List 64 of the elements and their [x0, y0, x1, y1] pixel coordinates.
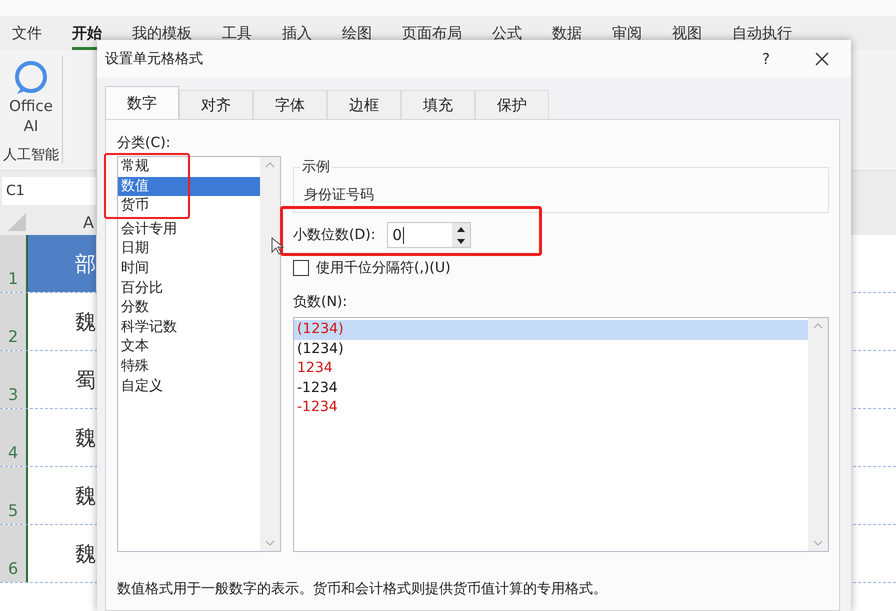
scrollbar[interactable] [808, 318, 828, 551]
spin-up-icon [456, 226, 466, 232]
office-ai-button[interactable]: Office AI [8, 60, 54, 136]
sample-label: 示例 [300, 158, 332, 176]
scroll-up-icon [813, 322, 823, 330]
row-header[interactable]: 6 [0, 525, 28, 582]
table-cell-text: 蜀 [74, 366, 96, 394]
list-item[interactable]: 科学记数 [118, 318, 180, 338]
list-item[interactable]: 会计专用 [118, 220, 180, 240]
table-cell-text: 魏 [74, 482, 96, 510]
column-header[interactable]: A [28, 211, 94, 235]
row-header[interactable]: 3 [0, 351, 28, 408]
close-icon [815, 52, 829, 66]
scroll-down-icon [265, 539, 275, 547]
row-header[interactable]: 1 [0, 235, 28, 292]
list-item[interactable]: 日期 [118, 239, 152, 259]
list-item[interactable]: 百分比 [118, 278, 166, 298]
help-button[interactable]: ? [751, 44, 781, 74]
table-cell-text: 魏 [74, 540, 96, 568]
decimal-places-label: 小数位数(D): [293, 226, 376, 244]
dialog-tab[interactable]: 保护 [475, 90, 549, 119]
list-item[interactable]: 自定义 [118, 376, 166, 396]
dialog-tab[interactable]: 填充 [401, 90, 475, 119]
list-item[interactable]: 文本 [118, 337, 152, 357]
list-item[interactable]: 分数 [118, 298, 152, 318]
list-item[interactable]: 1234 [294, 359, 336, 379]
checkbox-label: 使用千位分隔符(,)(U) [316, 259, 451, 277]
dialog-tab[interactable]: 对齐 [179, 90, 253, 119]
table-cell: 部 [28, 235, 96, 292]
dialog-tab[interactable]: 字体 [253, 90, 327, 119]
scroll-up-icon [265, 161, 275, 169]
description-text: 数值格式用于一般数字的表示。货币和会计格式则提供货币值计算的专用格式。 [117, 580, 608, 598]
row-header[interactable]: 2 [0, 293, 28, 350]
list-item[interactable]: 常规 [118, 157, 152, 177]
row-header[interactable]: 5 [0, 467, 28, 524]
decimal-places-spinner[interactable]: 0 [387, 222, 472, 248]
table-cell-text: 魏 [74, 308, 96, 336]
category-list[interactable]: 常规 数值 货币 会计专用 日期 时间 百分比 分数 科学记数 文本 特殊 自定义 [117, 156, 281, 552]
list-item[interactable]: 货币 [118, 196, 152, 216]
category-label: 分类(C): [117, 134, 172, 152]
list-item[interactable]: 数值 [118, 176, 260, 196]
dialog-tab[interactable]: 边框 [327, 90, 401, 119]
group-label: 人工智能 [3, 146, 59, 164]
table-cell-text: 魏 [74, 424, 96, 452]
sample-value: 身份证号码 [304, 186, 375, 204]
scrollbar[interactable] [260, 157, 280, 551]
name-box[interactable]: C1 [2, 177, 96, 205]
scroll-down-icon [813, 539, 823, 547]
list-item[interactable]: (1234) [294, 320, 808, 340]
dialog-title: 设置单元格格式 [105, 50, 204, 68]
dialog-tab[interactable]: 数字 [105, 86, 179, 119]
list-item[interactable]: (1234) [294, 340, 347, 360]
list-item[interactable]: 时间 [118, 258, 152, 279]
row-header[interactable]: 4 [0, 409, 28, 466]
mouse-cursor-icon [271, 237, 284, 255]
list-item[interactable]: 特殊 [118, 356, 152, 377]
ai-logo-icon [13, 60, 49, 96]
checkbox[interactable] [293, 260, 309, 276]
spin-down-icon [456, 238, 466, 244]
ribbon-tab[interactable]: 文件 [12, 24, 42, 50]
negative-numbers-list[interactable]: (1234) (1234) 1234 -1234 -1234 [293, 317, 829, 552]
negative-numbers-label: 负数(N): [293, 293, 348, 311]
list-item[interactable]: -1234 [294, 378, 341, 398]
list-item[interactable]: -1234 [294, 398, 341, 418]
